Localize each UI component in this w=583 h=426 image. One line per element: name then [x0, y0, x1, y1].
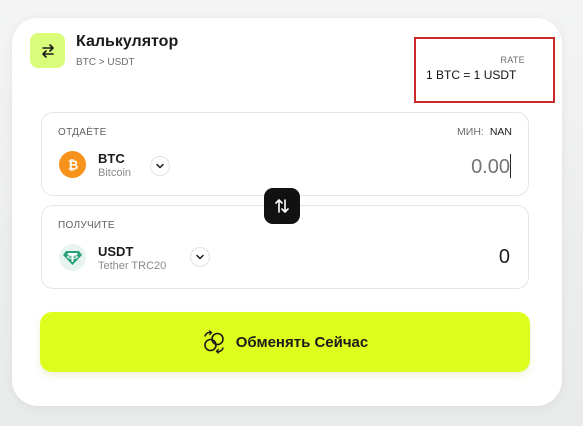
exchange-now-label: Обменять Сейчас — [235, 333, 369, 351]
bitcoin-icon: ₿ — [59, 151, 86, 178]
get-coin-symbol: USDT — [98, 244, 134, 259]
get-coin-name: Tether TRC20 — [98, 260, 167, 272]
chevron-down-icon — [196, 254, 204, 260]
tether-icon — [59, 244, 86, 271]
svg-text:₿: ₿ — [67, 158, 78, 173]
swap-vertical-icon — [275, 199, 289, 213]
swap-direction-button[interactable] — [264, 188, 300, 224]
give-coin-symbol: BTC — [98, 151, 125, 166]
pair-breadcrumb: BTC > USDT — [76, 57, 135, 68]
chevron-down-icon — [156, 163, 164, 169]
min-value: NAN — [489, 126, 512, 138]
page-title: Калькулятор — [76, 33, 179, 50]
get-amount-value: 0 — [498, 246, 510, 268]
min-amount: МИН: NAN — [457, 126, 512, 138]
text-cursor — [509, 154, 511, 178]
give-amount-input[interactable] — [390, 151, 510, 183]
rate-value: 1 BTC = 1 USDT — [426, 68, 517, 82]
min-label: МИН: — [457, 126, 484, 138]
give-coin-name: Bitcoin — [98, 167, 132, 179]
give-label: ОТДАЁТЕ — [58, 127, 107, 138]
rate-label: RATE — [500, 55, 525, 65]
give-coin-dropdown[interactable] — [150, 156, 170, 176]
rate-box: RATE 1 BTC = 1 USDT — [414, 37, 555, 103]
swap-arrows-icon — [30, 33, 65, 68]
give-panel: ОТДАЁТЕ МИН: NAN ₿ BTC Bitcoin — [41, 112, 529, 196]
get-label: ПОЛУЧИТЕ — [58, 220, 115, 231]
exchange-now-button[interactable]: Обменять Сейчас — [40, 312, 530, 372]
exchange-icon — [203, 330, 224, 354]
get-coin-dropdown[interactable] — [190, 247, 210, 267]
